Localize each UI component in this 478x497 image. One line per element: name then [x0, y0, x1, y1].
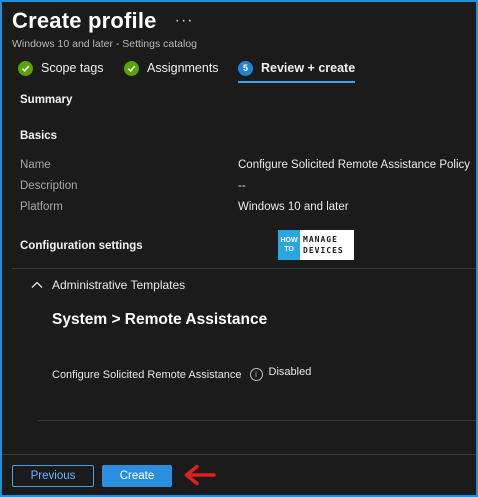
name-value: Configure Solicited Remote Assistance Po…	[238, 159, 471, 171]
section-divider	[12, 268, 476, 269]
footer-bar: Previous Create	[2, 454, 476, 495]
accordion-label: Administrative Templates	[52, 278, 186, 292]
create-button[interactable]: Create	[102, 465, 172, 487]
setting-value: Disabled	[268, 365, 312, 378]
page-subtitle: Windows 10 and later - Settings catalog	[12, 38, 198, 50]
tab-label: Scope tags	[41, 61, 104, 75]
page-title: Create profile	[12, 8, 157, 33]
setting-label: Configure Solicited Remote Assistance	[52, 368, 242, 381]
platform-label: Platform	[20, 201, 63, 213]
howtomanagedevices-logo: HOW TO MANAGE DEVICES	[278, 230, 354, 260]
title-row: Create profile ···	[12, 8, 194, 34]
tab-review-create[interactable]: 5 Review + create	[238, 56, 356, 83]
create-profile-window: Create profile ··· Windows 10 and later …	[0, 0, 478, 497]
name-label: Name	[20, 159, 51, 171]
platform-value: Windows 10 and later	[238, 201, 349, 213]
tab-assignments[interactable]: Assignments	[124, 56, 219, 80]
logo-brand-text: MANAGE DEVICES	[300, 230, 354, 260]
tab-label: Assignments	[147, 61, 219, 75]
description-label: Description	[20, 180, 78, 192]
chevron-up-icon	[31, 281, 43, 288]
step-number-icon: 5	[238, 60, 253, 76]
wizard-steps: Scope tags Assignments 5 Review + create	[18, 56, 468, 83]
accordion-divider	[38, 420, 476, 421]
logo-how-to: HOW TO	[278, 230, 300, 260]
more-options-icon[interactable]: ···	[175, 12, 194, 30]
configuration-settings-heading: Configuration settings	[20, 240, 143, 252]
red-arrow-icon	[184, 464, 216, 486]
basics-heading: Basics	[20, 130, 58, 142]
description-value: --	[238, 180, 246, 192]
summary-heading: Summary	[20, 94, 73, 106]
tab-label: Review + create	[261, 61, 356, 75]
administrative-templates-accordion[interactable]: Administrative Templates	[30, 278, 185, 292]
previous-button[interactable]: Previous	[12, 465, 94, 487]
settings-path-title: System > Remote Assistance	[52, 311, 268, 328]
checkmark-icon	[18, 60, 33, 76]
active-tab-underline	[238, 81, 356, 83]
setting-row: Configure Solicited Remote Assistance i …	[52, 365, 312, 381]
checkmark-icon	[124, 60, 139, 76]
info-icon[interactable]: i	[249, 368, 263, 381]
tab-scope-tags[interactable]: Scope tags	[18, 56, 104, 80]
